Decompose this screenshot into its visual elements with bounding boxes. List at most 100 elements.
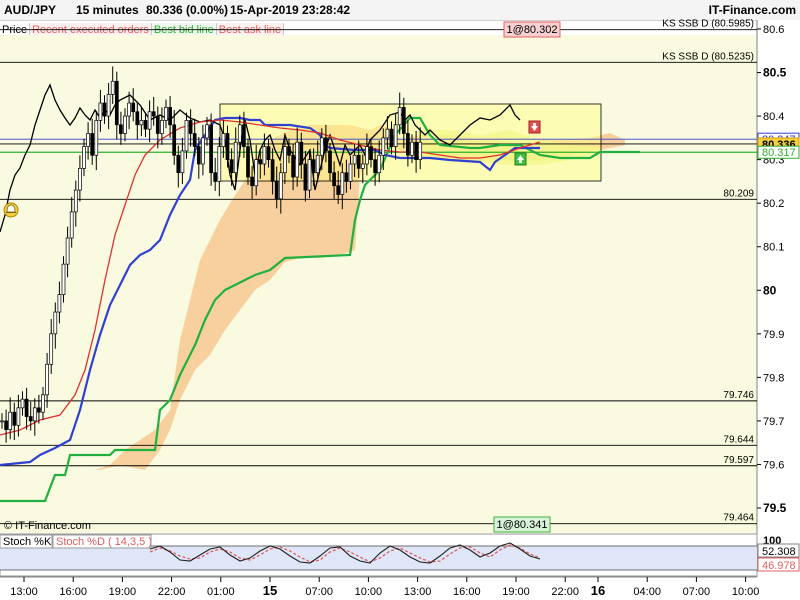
candle-body [377,154,382,174]
y-tick-label: 80.2 [763,198,784,210]
candle-body [332,172,336,187]
ask-order-box[interactable]: 1@80.302 [503,21,561,38]
candle-body [287,146,291,156]
x-tick-label: 16:00 [59,586,87,598]
candle-body [291,154,295,178]
level-label: 79.597 [723,455,754,466]
price-tags: 80.34780.33680.317 [757,132,800,159]
bell-icon[interactable] [3,202,19,218]
x-tick-label: 19:00 [502,586,530,598]
candle-body [246,146,250,178]
candle-body [360,163,365,169]
candle-body [147,111,152,130]
y-tick-label: 79.7 [763,416,784,428]
x-tick-label: 10:00 [732,586,760,598]
candle-body [319,137,324,156]
y-tick-label: 80.6 [763,24,784,36]
candle-body [336,185,341,195]
candle-body [365,146,369,165]
candle-body [45,363,49,396]
candle-body [94,120,99,156]
candle-body [82,146,86,169]
candle-body [69,211,74,239]
candle-body [90,133,95,156]
ask-order-text: 1@80.302 [507,24,558,36]
x-tick-label: 19:00 [109,586,137,598]
candle-body [414,141,418,160]
x-tick-label: 16 [591,583,605,598]
y-tick-label: 79.5 [763,501,787,515]
level-label: KS SSB D (80.5235) [662,51,754,62]
candle-body [57,294,62,313]
candle-body [172,124,177,156]
candle-body [127,102,131,117]
bid-order-text: 1@80.341 [497,519,548,531]
candle-body [164,107,168,121]
order-marker-sell[interactable] [528,120,541,134]
x-tick-label: 01:00 [207,586,235,598]
candle-body [250,176,254,187]
candle-body [168,107,172,126]
candle-body [373,159,377,174]
candle-body [278,172,283,200]
candle-body [381,137,386,156]
watermark-text: © IT-Finance.com [4,520,91,532]
level-label: 79.464 [723,513,754,524]
candle-body [233,141,238,174]
candle-body [49,333,54,365]
candle-body [307,159,312,191]
candle-body [180,150,185,174]
stoch-k-value: 52.308 [762,546,796,558]
candle-body [123,115,127,134]
y-tick-label: 79.6 [763,459,784,471]
candle-body [209,124,213,174]
candle-body [270,159,275,182]
candle-body [303,163,308,191]
candle-body [324,137,328,152]
candle-body [340,172,345,195]
candle-body [98,102,103,121]
x-tick-label: 13:00 [10,586,38,598]
x-tick-label: 10:00 [355,586,383,598]
candle-body [139,120,144,126]
candle-body [0,420,4,423]
stoch-d-value: 46.978 [762,560,796,572]
x-tick-label: 07:00 [683,586,711,598]
chart-canvas[interactable]: 80.680.580.480.380.280.18079.979.879.779… [0,0,800,600]
candle-body [295,141,300,178]
candle-body [410,141,414,156]
candle-body [53,311,58,335]
candle-body [143,120,148,130]
candle-body [283,146,287,174]
candle-body [254,159,259,187]
candle-body [24,398,29,417]
x-tick-label: 13:00 [404,586,432,598]
candle-body [65,237,70,265]
candle-body [78,167,82,191]
bid-order-box[interactable]: 1@80.341 [493,516,551,533]
level-label: KS SSB D (80.5985) [662,19,754,30]
candle-body [102,102,107,117]
candle-body [86,133,90,147]
candle-body [41,394,45,413]
candle-body [344,172,349,182]
candle-body [401,107,406,134]
level-label: 80.209 [723,188,754,199]
candle-body [12,411,17,426]
candle-body [196,146,201,165]
candle-body [356,154,361,169]
level-label: 79.644 [723,434,754,445]
x-tick-label: 22:00 [551,586,579,598]
candle-body [155,115,160,134]
candle-body [221,133,226,147]
candle-body [205,124,209,139]
candle-body [237,124,242,143]
x-tick-label: 07:00 [305,586,333,598]
order-marker-buy[interactable] [514,152,527,166]
candle-body [4,420,8,430]
y-tick-label: 80.5 [763,66,787,80]
candle-body [73,189,78,213]
candle-body [201,137,205,165]
candle-body [188,120,193,134]
y-tick-label: 80.1 [763,242,784,254]
